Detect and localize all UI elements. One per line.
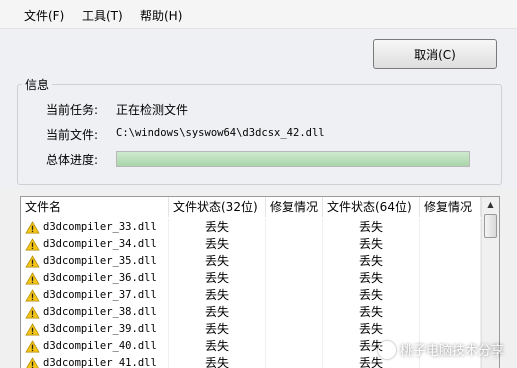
column-header-filename[interactable]: 文件名	[21, 197, 169, 217]
cell-filename: d3dcompiler_36.dll	[21, 270, 169, 287]
cell-filename: d3dcompiler_33.dll	[21, 219, 169, 236]
current-task-label: 当前任务:	[46, 103, 99, 117]
watermark-text: 桃子电脑技术分享	[400, 344, 505, 359]
progress-fill	[117, 152, 469, 166]
cell-fix32	[266, 253, 323, 270]
cell-status32: 丢失	[169, 304, 266, 321]
cell-fix32	[266, 321, 323, 338]
file-name-text: d3dcompiler_36.dll	[43, 272, 157, 284]
warning-icon	[25, 221, 40, 234]
cell-status32: 丢失	[169, 321, 266, 338]
cell-status32: 丢失	[169, 338, 266, 355]
cell-fix64	[420, 219, 481, 236]
file-name-text: d3dcompiler_35.dll	[43, 255, 157, 267]
cell-filename: d3dcompiler_40.dll	[21, 338, 169, 355]
menu-help[interactable]: 帮助(H)	[140, 7, 182, 24]
cell-fix64	[420, 236, 481, 253]
cell-filename: d3dcompiler_35.dll	[21, 253, 169, 270]
warning-icon	[25, 357, 40, 368]
cell-fix64	[420, 304, 481, 321]
cell-status64: 丢失	[323, 270, 420, 287]
table-row[interactable]: d3dcompiler_37.dll 丢失 丢失	[21, 287, 481, 304]
table-row[interactable]: d3dcompiler_34.dll 丢失 丢失	[21, 236, 481, 253]
scroll-thumb[interactable]	[484, 214, 497, 238]
cell-filename: d3dcompiler_34.dll	[21, 236, 169, 253]
info-group-title: 信息	[22, 76, 53, 93]
cell-fix64	[420, 287, 481, 304]
cell-filename: d3dcompiler_39.dll	[21, 321, 169, 338]
cell-status64: 丢失	[323, 321, 420, 338]
column-header-fix64[interactable]: 修复情况	[420, 197, 481, 217]
cell-status64: 丢失	[323, 219, 420, 236]
cell-fix32	[266, 287, 323, 304]
menu-tools[interactable]: 工具(T)	[82, 7, 123, 24]
cell-fix32	[266, 338, 323, 355]
cancel-button[interactable]: 取消(C)	[373, 39, 497, 69]
file-name-text: d3dcompiler_40.dll	[43, 340, 157, 352]
watermark: 桃子电脑技术分享	[378, 340, 504, 359]
table-row[interactable]: d3dcompiler_33.dll 丢失 丢失	[21, 219, 481, 236]
cell-status64: 丢失	[323, 304, 420, 321]
cell-status64: 丢失	[323, 236, 420, 253]
warning-icon	[25, 289, 40, 302]
file-name-text: d3dcompiler_34.dll	[43, 238, 157, 250]
cell-filename: d3dcompiler_41.dll	[21, 355, 169, 368]
warning-icon	[25, 238, 40, 251]
current-task-value: 正在检测文件	[116, 103, 189, 117]
scroll-up-arrow-icon[interactable]: ▲	[483, 197, 498, 212]
list-header: 文件名 文件状态(32位) 修复情况 文件状态(64位) 修复情况	[21, 197, 481, 217]
table-row[interactable]: d3dcompiler_35.dll 丢失 丢失	[21, 253, 481, 270]
file-name-text: d3dcompiler_37.dll	[43, 289, 157, 301]
cell-filename: d3dcompiler_37.dll	[21, 287, 169, 304]
cell-status32: 丢失	[169, 236, 266, 253]
cell-status32: 丢失	[169, 219, 266, 236]
cell-status32: 丢失	[169, 270, 266, 287]
watermark-logo-icon	[378, 340, 396, 359]
overall-progress-label: 总体进度:	[46, 153, 99, 167]
column-header-fix32[interactable]: 修复情况	[266, 197, 323, 217]
cell-fix64	[420, 270, 481, 287]
file-name-text: d3dcompiler_38.dll	[43, 306, 157, 318]
cell-fix32	[266, 304, 323, 321]
current-file-label: 当前文件:	[46, 128, 99, 142]
cell-fix32	[266, 219, 323, 236]
cell-fix64	[420, 321, 481, 338]
cell-fix32	[266, 236, 323, 253]
column-header-status32[interactable]: 文件状态(32位)	[169, 197, 266, 217]
table-row[interactable]: d3dcompiler_38.dll 丢失 丢失	[21, 304, 481, 321]
current-file-value: C:\windows\syswow64\d3dcsx_42.dll	[116, 127, 325, 139]
cell-status32: 丢失	[169, 253, 266, 270]
table-row[interactable]: d3dcompiler_36.dll 丢失 丢失	[21, 270, 481, 287]
warning-icon	[25, 272, 40, 285]
file-name-text: d3dcompiler_33.dll	[43, 221, 157, 233]
warning-icon	[25, 340, 40, 353]
warning-icon	[25, 255, 40, 268]
file-name-text: d3dcompiler_39.dll	[43, 323, 157, 335]
cell-fix32	[266, 355, 323, 368]
cell-fix64	[420, 253, 481, 270]
cell-status64: 丢失	[323, 253, 420, 270]
file-name-text: d3dcompiler_41.dll	[43, 357, 157, 368]
overall-progress-bar	[116, 151, 470, 167]
table-row[interactable]: d3dcompiler_39.dll 丢失 丢失	[21, 321, 481, 338]
cell-status64: 丢失	[323, 287, 420, 304]
warning-icon	[25, 306, 40, 319]
cell-fix32	[266, 270, 323, 287]
column-header-status64[interactable]: 文件状态(64位)	[323, 197, 420, 217]
menu-file[interactable]: 文件(F)	[24, 7, 64, 24]
cell-status32: 丢失	[169, 355, 266, 368]
menu-bar: 文件(F) 工具(T) 帮助(H)	[0, 0, 517, 29]
cell-filename: d3dcompiler_38.dll	[21, 304, 169, 321]
warning-icon	[25, 323, 40, 336]
cell-status32: 丢失	[169, 287, 266, 304]
